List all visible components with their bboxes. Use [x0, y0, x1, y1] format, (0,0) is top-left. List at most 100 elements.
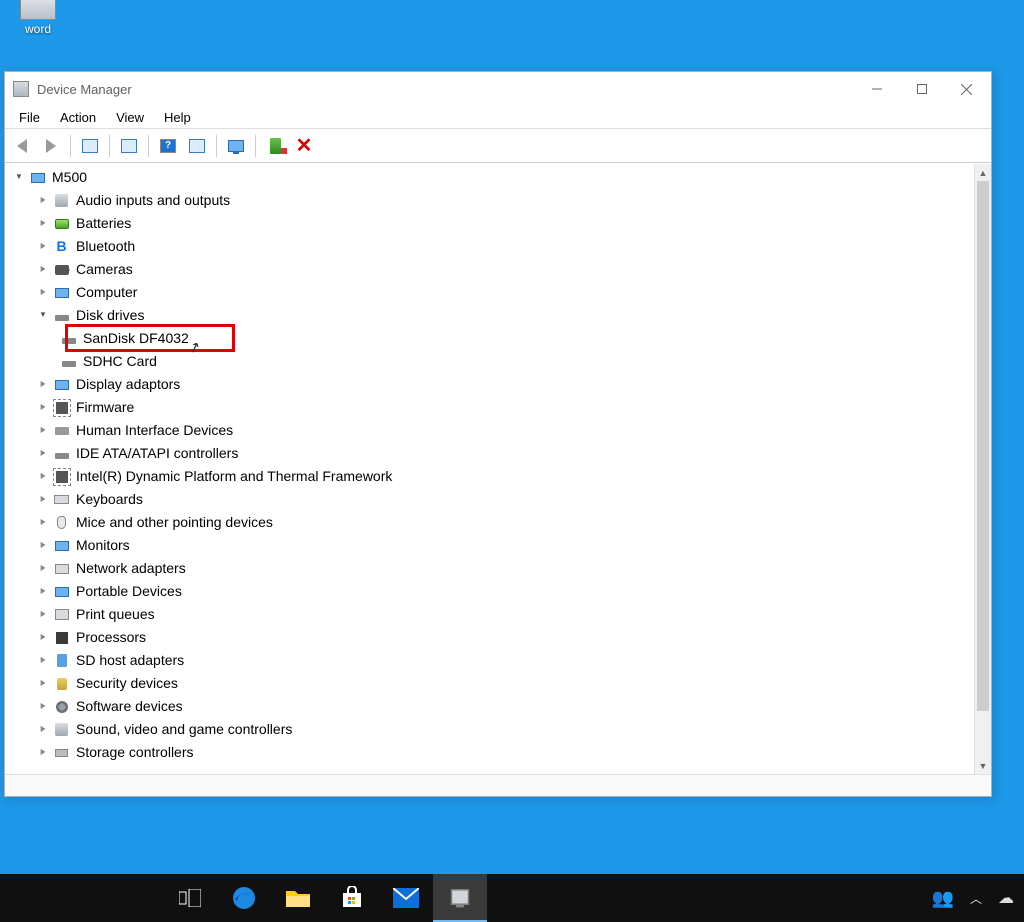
vertical-scrollbar[interactable]: ▲ ▼ [974, 164, 991, 774]
onedrive-icon[interactable]: ☁ [998, 888, 1014, 908]
tree-item-firmware[interactable]: Firmware [7, 396, 974, 419]
minimize-button[interactable] [854, 74, 899, 104]
tree-item-sdhc-card[interactable]: SDHC Card [7, 350, 974, 373]
expand-icon[interactable] [35, 239, 51, 255]
tray-chevron-up-icon[interactable]: ︿ [970, 890, 982, 907]
tree-item-label: Monitors [76, 535, 130, 557]
taskbar-edge[interactable] [217, 874, 271, 922]
expand-icon[interactable] [35, 630, 51, 646]
properties-button[interactable] [116, 133, 142, 159]
expand-icon[interactable] [35, 607, 51, 623]
tree-item-network-adapters[interactable]: Network adapters [7, 557, 974, 580]
tree-item-bluetooth[interactable]: BBluetooth [7, 235, 974, 258]
expand-icon[interactable] [35, 423, 51, 439]
scroll-down-arrow-icon[interactable]: ▼ [975, 757, 991, 774]
computer-icon [28, 170, 47, 186]
tree-item-display-adaptors[interactable]: Display adaptors [7, 373, 974, 396]
tree-item-cameras[interactable]: Cameras [7, 258, 974, 281]
menu-help[interactable]: Help [154, 108, 201, 127]
tree-item-portable-devices[interactable]: Portable Devices [7, 580, 974, 603]
tree-item-computer[interactable]: Computer [7, 281, 974, 304]
separator [148, 135, 149, 157]
expand-icon[interactable] [35, 285, 51, 301]
expand-icon[interactable] [35, 676, 51, 692]
tree-item-disk-drives[interactable]: Disk drives [7, 304, 974, 327]
tree-item-keyboards[interactable]: Keyboards [7, 488, 974, 511]
taskbar-task-view[interactable] [163, 874, 217, 922]
tree-item-label: Network adapters [76, 558, 186, 580]
app-icon [20, 0, 56, 20]
taskbar-device-manager[interactable] [433, 874, 487, 922]
tree-item-batteries[interactable]: Batteries [7, 212, 974, 235]
monitor-scan-icon [228, 140, 244, 152]
menu-action[interactable]: Action [50, 108, 106, 127]
tree-item-label: Computer [76, 282, 137, 304]
back-button[interactable] [9, 133, 35, 159]
taskbar-file-explorer[interactable] [271, 874, 325, 922]
tree-item-sd-host-adapters[interactable]: SD host adapters [7, 649, 974, 672]
tree-item-human-interface-devices[interactable]: Human Interface Devices [7, 419, 974, 442]
uninstall-button[interactable]: ✕ [291, 133, 317, 159]
tree-item-security-devices[interactable]: Security devices [7, 672, 974, 695]
speaker-icon [52, 193, 71, 209]
device-tree[interactable]: M500Audio inputs and outputsBatteriesBBl… [5, 164, 974, 774]
tree-root[interactable]: M500 [7, 166, 974, 189]
expand-icon[interactable] [35, 262, 51, 278]
tree-item-sound-video-and-game-controllers[interactable]: Sound, video and game controllers [7, 718, 974, 741]
add-hardware-button[interactable] [262, 133, 288, 159]
maximize-button[interactable] [899, 74, 944, 104]
tree-item-print-queues[interactable]: Print queues [7, 603, 974, 626]
show-hidden-button[interactable] [77, 133, 103, 159]
update-driver-button[interactable] [184, 133, 210, 159]
tree-item-processors[interactable]: Processors [7, 626, 974, 649]
expand-icon[interactable] [35, 216, 51, 232]
menu-view[interactable]: View [106, 108, 154, 127]
collapse-icon[interactable] [35, 308, 51, 324]
system-tray: 👥 ︿ ☁ [932, 874, 1024, 922]
expand-icon[interactable] [35, 469, 51, 485]
expand-icon[interactable] [35, 400, 51, 416]
expand-icon[interactable] [35, 722, 51, 738]
tree-item-ide-ata-atapi-controllers[interactable]: IDE ATA/ATAPI controllers [7, 442, 974, 465]
taskbar[interactable]: 👥 ︿ ☁ [0, 874, 1024, 922]
expand-icon[interactable] [35, 377, 51, 393]
titlebar[interactable]: Device Manager [5, 72, 991, 106]
forward-button[interactable] [38, 133, 64, 159]
expand-icon[interactable] [35, 492, 51, 508]
scroll-thumb[interactable] [977, 181, 989, 711]
expand-icon[interactable] [35, 653, 51, 669]
tree-item-label: Cameras [76, 259, 133, 281]
tree-item-label: SDHC Card [83, 351, 157, 373]
close-button[interactable] [944, 74, 989, 104]
expand-icon[interactable] [35, 538, 51, 554]
tree-item-software-devices[interactable]: Software devices [7, 695, 974, 718]
expand-icon[interactable] [35, 699, 51, 715]
expand-icon[interactable] [35, 561, 51, 577]
expand-icon[interactable] [35, 745, 51, 761]
expand-icon[interactable] [35, 584, 51, 600]
collapse-icon[interactable] [11, 170, 27, 186]
taskbar-store[interactable] [325, 874, 379, 922]
menu-file[interactable]: File [9, 108, 50, 127]
tree-item-sandisk-df4032[interactable]: SanDisk DF4032 [7, 327, 974, 350]
expand-icon[interactable] [35, 193, 51, 209]
tree-item-label: Sound, video and game controllers [76, 719, 292, 741]
arrow-right-icon [46, 139, 56, 153]
mouse-icon [52, 515, 71, 531]
tree-item-mice-and-other-pointing-devices[interactable]: Mice and other pointing devices [7, 511, 974, 534]
expand-icon[interactable] [35, 515, 51, 531]
tree-item-audio-inputs-and-outputs[interactable]: Audio inputs and outputs [7, 189, 974, 212]
scan-hardware-button[interactable] [223, 133, 249, 159]
tree-item-storage-controllers[interactable]: Storage controllers [7, 741, 974, 764]
scroll-track[interactable] [975, 181, 991, 757]
tree-item-intel-r-dynamic-platform-and-thermal-framework[interactable]: Intel(R) Dynamic Platform and Thermal Fr… [7, 465, 974, 488]
scroll-up-arrow-icon[interactable]: ▲ [975, 164, 991, 181]
panel-icon [82, 139, 98, 153]
taskbar-mail[interactable] [379, 874, 433, 922]
desktop-shortcut[interactable]: word [8, 0, 68, 36]
help-button[interactable] [155, 133, 181, 159]
taskbar-left-gap [0, 874, 163, 922]
tree-item-monitors[interactable]: Monitors [7, 534, 974, 557]
expand-icon[interactable] [35, 446, 51, 462]
people-icon[interactable]: 👥 [932, 888, 954, 909]
